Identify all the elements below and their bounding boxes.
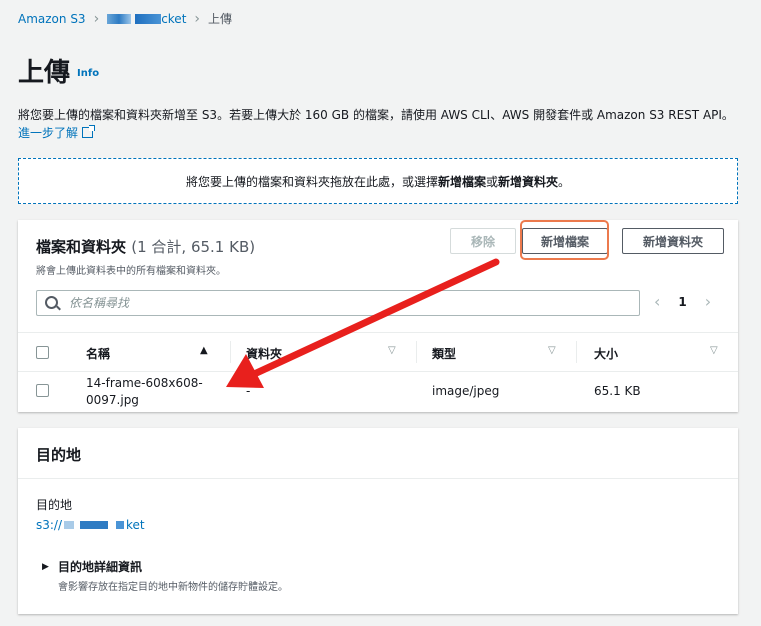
annotation-arrow bbox=[226, 258, 500, 388]
annotation-arrow-shaft bbox=[246, 258, 500, 380]
